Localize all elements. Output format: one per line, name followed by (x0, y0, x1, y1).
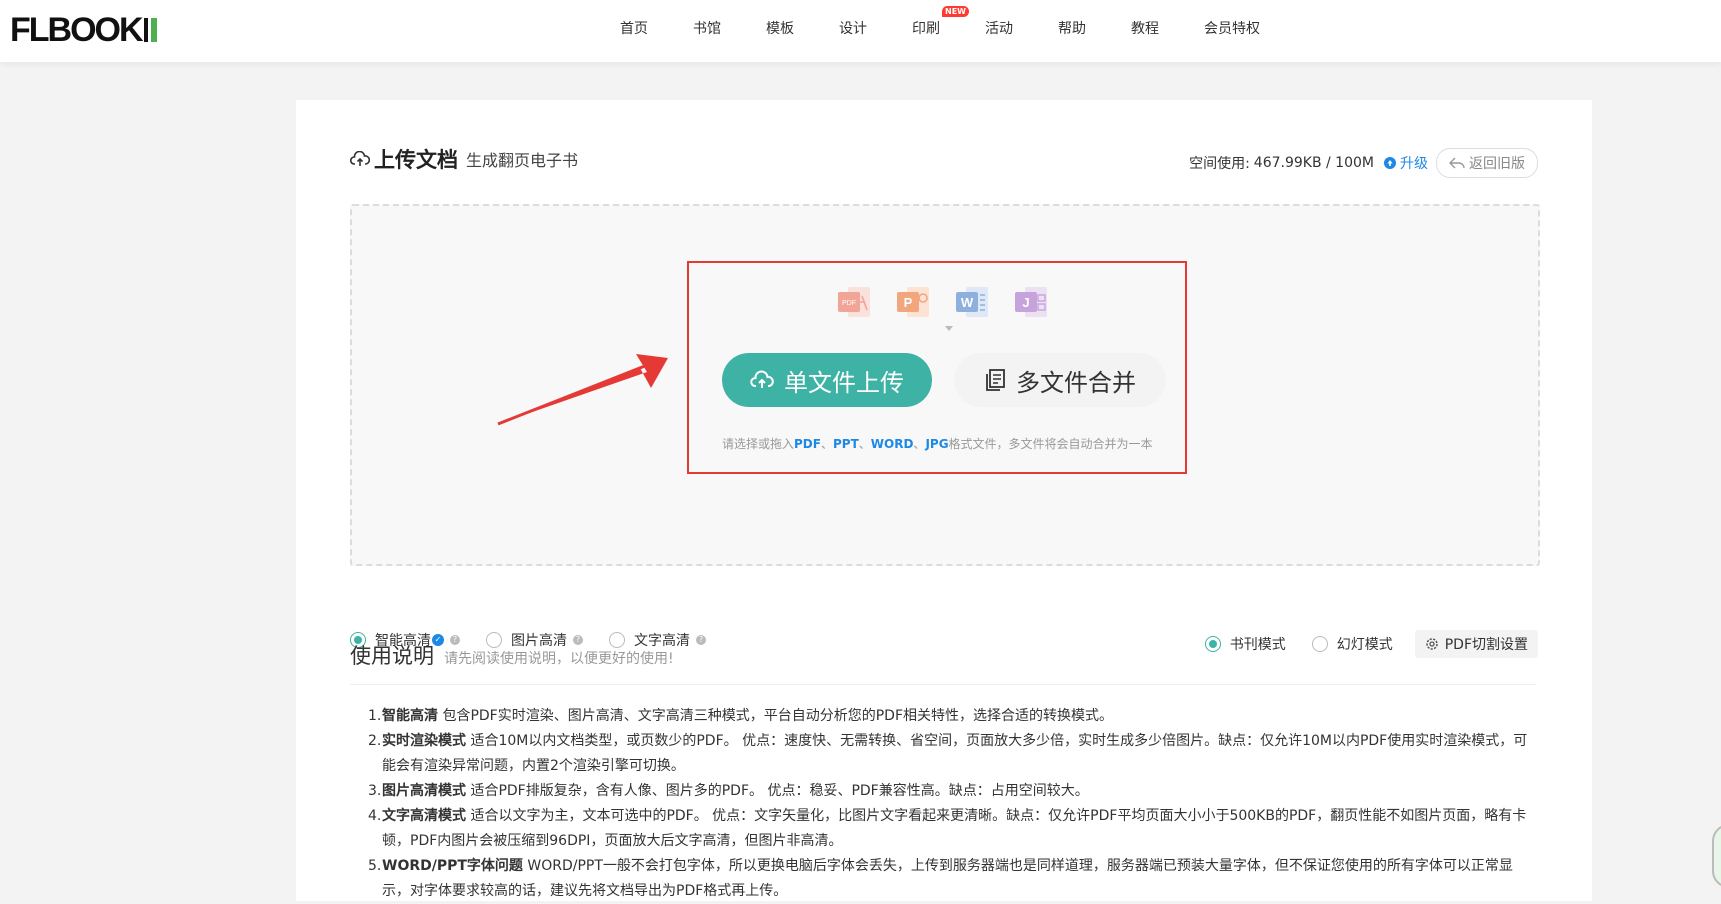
jpg-icon: J (1015, 287, 1047, 317)
item-heading: 文字高清模式 (382, 808, 466, 824)
svg-text:W: W (961, 295, 974, 310)
list-item: 5. WORD/PPT字体问题 WORD/PPT一般不会打包字体，所以更换电脑后字… (368, 854, 1538, 904)
back-arrow-icon (1449, 157, 1465, 169)
item-heading: 智能高清 (382, 708, 438, 724)
nav-label: 活动 (985, 21, 1013, 37)
nav-label: 书馆 (693, 21, 721, 37)
hint-format-word: WORD (870, 437, 914, 451)
hint-format-pdf: PDF (794, 437, 821, 451)
nav-library[interactable]: 书馆 (693, 18, 721, 38)
logo-text: FLBOOK (10, 10, 144, 49)
hint-format-jpg: JPG (925, 437, 949, 451)
single-file-upload-button[interactable]: 单文件上传 (722, 353, 932, 407)
multi-merge-label: 多文件合并 (1016, 368, 1136, 397)
nav-print[interactable]: 印刷 NEW (912, 6, 969, 38)
space-label: 空间使用: (1189, 156, 1250, 172)
nav-label: 帮助 (1058, 21, 1086, 37)
hint-separator: 、 (820, 437, 833, 451)
page-subtitle: 生成翻页电子书 (466, 151, 579, 170)
instructions-title: 使用说明 (350, 644, 434, 668)
nav-home[interactable]: 首页 (620, 18, 648, 38)
nav-label: 设计 (839, 21, 867, 37)
upload-title-row: 上传文档 生成翻页电子书 (350, 144, 578, 174)
main-nav: 首页 书馆 模板 设计 印刷 NEW 活动 帮助 教程 会员特权 (620, 0, 1305, 56)
list-item: 2. 实时渲染模式 适合10M以内文档类型，或页数少的PDF。 优点：速度快、无需… (368, 729, 1538, 779)
instructions-subtitle: 请先阅读使用说明，以便更好的使用! (444, 651, 674, 667)
caret-down-icon (945, 326, 953, 331)
nav-help[interactable]: 帮助 (1058, 18, 1086, 38)
nav-label: 首页 (620, 21, 648, 37)
instructions-header: 使用说明 请先阅读使用说明，以便更好的使用! (350, 640, 1536, 685)
space-value: 467.99KB / 100M (1253, 155, 1374, 171)
svg-text:J: J (1022, 295, 1029, 310)
svg-text:P: P (904, 295, 913, 310)
item-number: 4. (368, 808, 382, 824)
item-number: 1. (368, 708, 382, 724)
cloud-upload-icon (750, 370, 774, 388)
floating-widget[interactable] (1712, 824, 1721, 888)
multi-file-merge-button[interactable]: 多文件合并 (954, 353, 1166, 407)
list-item: 3. 图片高清模式 适合PDF排版复杂，含有人像、图片多的PDF。 优点：稳妥、P… (368, 779, 1538, 804)
back-to-old-version-button[interactable]: 返回旧版 (1436, 148, 1538, 178)
hint-separator: 、 (858, 437, 871, 451)
upgrade-link[interactable]: 升级 (1384, 153, 1428, 173)
ppt-icon: P (897, 287, 929, 317)
nav-events[interactable]: 活动 (985, 18, 1013, 38)
logo-mark-icon (143, 16, 158, 44)
upgrade-label: 升级 (1400, 156, 1428, 172)
nav-templates[interactable]: 模板 (766, 18, 794, 38)
item-number: 5. (368, 858, 382, 874)
item-text: 适合以文字为主，文本可选中的PDF。 优点：文字矢量化，比图片文字看起来更清晰。… (382, 808, 1527, 849)
hint-format-ppt: PPT (832, 437, 859, 451)
page-title: 上传文档 (374, 148, 458, 172)
hint-text: 格式文件，多文件将会自动合并为一本 (948, 437, 1153, 451)
nav-label: 模板 (766, 21, 794, 37)
item-heading: 图片高清模式 (382, 783, 466, 799)
item-text: WORD/PPT一般不会打包字体，所以更换电脑后字体会丢失，上传到服务器端也是同… (382, 858, 1513, 899)
item-heading: 实时渲染模式 (382, 733, 466, 749)
back-label: 返回旧版 (1469, 156, 1525, 172)
word-icon: W (956, 287, 988, 317)
top-header: FLBOOK 首页 书馆 模板 设计 印刷 NEW 活动 帮助 教程 会员特权 (0, 0, 1721, 62)
item-heading: WORD/PPT字体问题 (382, 858, 523, 874)
upload-hint: 请选择或拖入PDF、PPT、WORD、JPG格式文件，多文件将会自动合并为一本 (722, 435, 1153, 452)
item-text: 适合10M以内文档类型，或页数少的PDF。 优点：速度快、无需转换、省空间，页面… (382, 733, 1528, 774)
item-text: 适合PDF排版复杂，含有人像、图片多的PDF。 优点：稳妥、PDF兼容性高。缺点… (466, 783, 1089, 799)
file-type-icons: PDF P W J (836, 284, 1072, 320)
hint-separator: 、 (913, 437, 926, 451)
new-badge: NEW (942, 6, 969, 17)
list-item: 4. 文字高清模式 适合以文字为主，文本可选中的PDF。 优点：文字矢量化，比图片… (368, 804, 1538, 854)
svg-text:PDF: PDF (842, 300, 856, 307)
nav-tutorials[interactable]: 教程 (1131, 18, 1159, 38)
flbook-logo[interactable]: FLBOOK (10, 10, 158, 50)
list-item: 1. 智能高清 包含PDF实时渲染、图片高清、文字高清三种模式，平台自动分析您的P… (368, 704, 1538, 729)
item-text: 包含PDF实时渲染、图片高清、文字高清三种模式，平台自动分析您的PDF相关特性，… (438, 708, 1113, 724)
nav-label: 会员特权 (1204, 21, 1260, 37)
documents-icon (986, 369, 1005, 391)
upgrade-icon (1384, 157, 1396, 169)
nav-label: 教程 (1131, 21, 1159, 37)
instructions-list: 1. 智能高清 包含PDF实时渲染、图片高清、文字高清三种模式，平台自动分析您的P… (368, 704, 1538, 904)
pdf-icon: PDF (838, 287, 870, 317)
nav-membership[interactable]: 会员特权 (1204, 18, 1260, 38)
item-number: 3. (368, 783, 382, 799)
hint-text: 请选择或拖入 (722, 437, 795, 451)
nav-design[interactable]: 设计 (839, 18, 867, 38)
cloud-upload-icon (350, 151, 370, 166)
space-usage: 空间使用: 467.99KB / 100M 升级 返回旧版 (1189, 148, 1538, 178)
nav-label: 印刷 (912, 21, 940, 37)
single-upload-label: 单文件上传 (784, 368, 904, 397)
item-number: 2. (368, 733, 382, 749)
